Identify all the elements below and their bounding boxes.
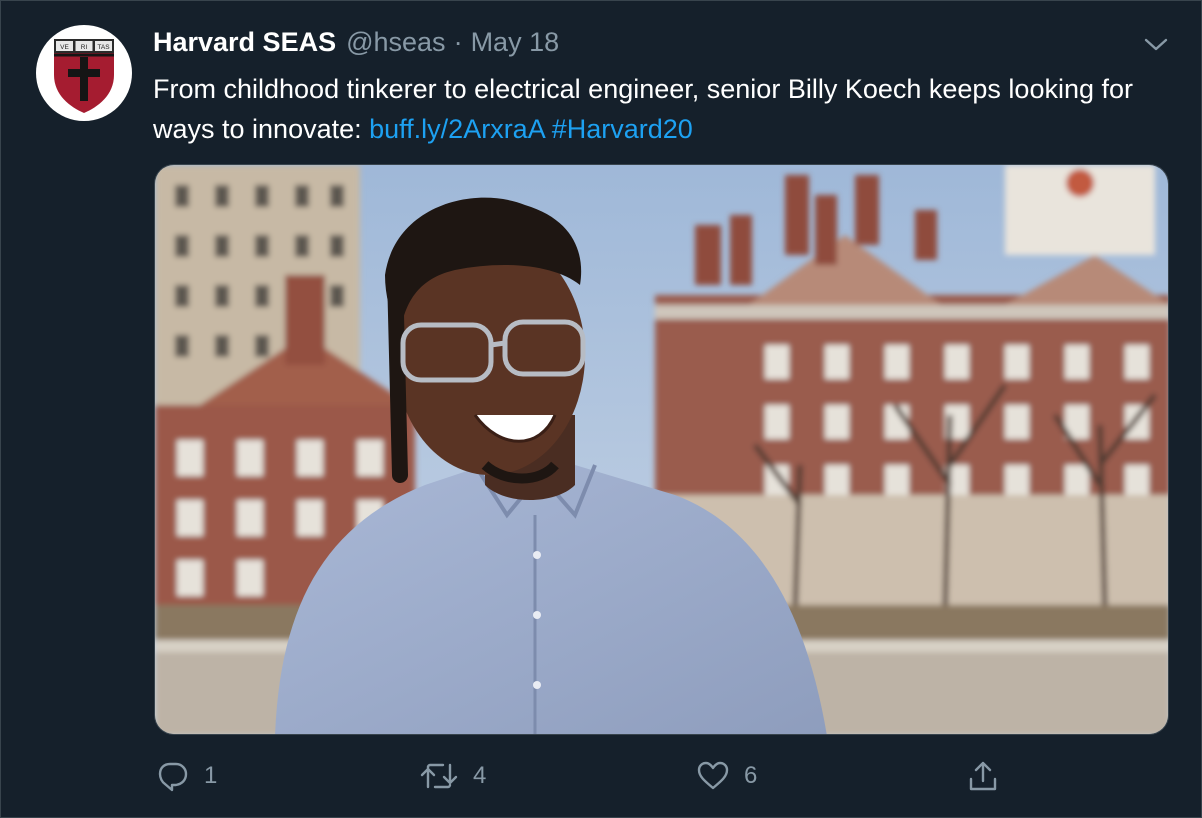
tweet-text: From childhood tinkerer to electrical en… xyxy=(153,69,1153,149)
retweet-count: 4 xyxy=(473,762,487,789)
author-handle[interactable]: @hseas xyxy=(346,27,445,58)
shield-book-text-3: TAS xyxy=(97,44,110,51)
tweet-photo[interactable] xyxy=(154,164,1169,735)
share-icon xyxy=(969,761,997,791)
tweet-header: Harvard SEAS @hseas · May 18 xyxy=(153,27,559,63)
reply-count: 1 xyxy=(204,762,218,789)
shield-book-text-2: RI xyxy=(81,44,88,51)
like-button[interactable]: 6 xyxy=(696,756,757,796)
avatar[interactable]: VE RI TAS xyxy=(36,25,132,121)
reply-button[interactable]: 1 xyxy=(156,756,217,796)
tweet-hashtag[interactable]: #Harvard20 xyxy=(552,114,693,144)
share-button[interactable] xyxy=(966,756,1000,796)
harvard-shield-icon: VE RI TAS xyxy=(54,39,114,113)
reply-icon xyxy=(158,762,188,792)
retweet-icon xyxy=(420,763,458,789)
header-separator: · xyxy=(453,27,463,57)
photo-billy-koech xyxy=(155,165,1168,734)
chevron-down-icon[interactable] xyxy=(1141,35,1171,55)
retweet-button[interactable]: 4 xyxy=(419,756,486,796)
tweet-date[interactable]: May 18 xyxy=(471,27,560,58)
shield-book-text-1: VE xyxy=(60,44,69,51)
like-count: 6 xyxy=(744,762,758,789)
tweet-link[interactable]: buff.ly/2ArxraA xyxy=(369,114,544,144)
tweet-card[interactable]: VE RI TAS Harvard SEAS @hseas · May 18 F… xyxy=(0,0,1202,818)
heart-icon xyxy=(697,761,729,790)
tweet-actions: 1 4 6 xyxy=(1,756,1202,796)
author-name[interactable]: Harvard SEAS xyxy=(153,27,336,58)
